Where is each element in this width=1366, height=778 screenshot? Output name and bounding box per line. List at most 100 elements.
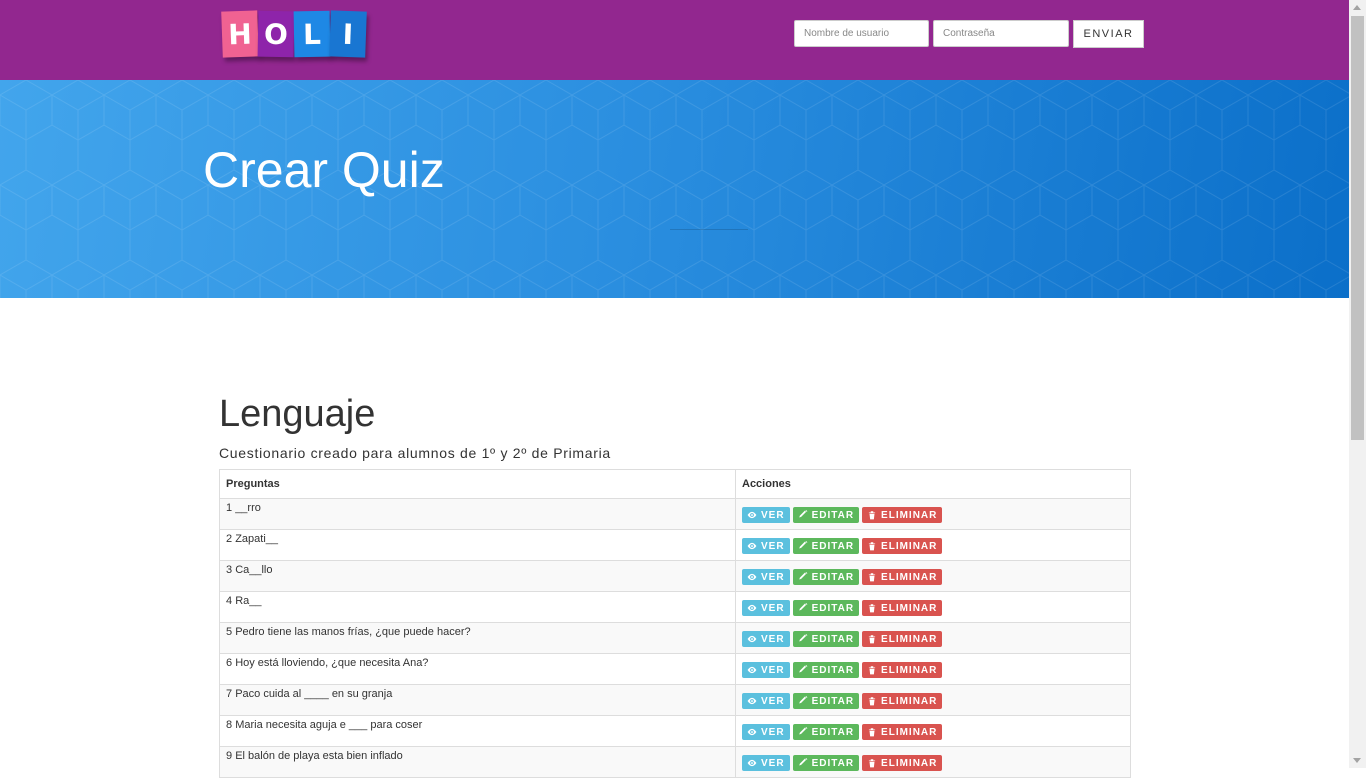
logo-letter-h: H (221, 10, 259, 58)
quiz-description: Cuestionario creado para alumnos de 1º y… (219, 445, 611, 461)
view-button[interactable]: VER (742, 755, 790, 771)
eye-icon (747, 666, 757, 674)
password-input[interactable] (933, 20, 1069, 47)
pencil-icon (798, 727, 807, 735)
table-row: 6 Hoy está lloviendo, ¿que necesita Ana?… (219, 653, 1131, 685)
question-cell: 3 Ca__llo (219, 560, 736, 592)
table-row: 3 Ca__llo VER EDITAR ELIMINAR (219, 560, 1131, 592)
delete-label: ELIMINAR (881, 726, 938, 738)
pencil-icon (798, 758, 807, 766)
table-row: 2 Zapati__ VER EDITAR ELIMINAR (219, 529, 1131, 561)
table-row: 5 Pedro tiene las manos frías, ¿que pued… (219, 622, 1131, 654)
edit-label: EDITAR (811, 726, 855, 738)
edit-button[interactable]: EDITAR (792, 662, 860, 678)
delete-label: ELIMINAR (881, 633, 938, 645)
edit-button[interactable]: EDITAR (792, 600, 860, 616)
delete-button[interactable]: ELIMINAR (862, 600, 943, 616)
question-text: 2 Zapati__ (226, 533, 278, 548)
question-text: 8 Maria necesita aguja e ___ para coser (226, 719, 423, 734)
edit-button[interactable]: EDITAR (792, 631, 860, 647)
view-label: VER (761, 726, 785, 738)
page-scrollbar[interactable] (1349, 0, 1366, 768)
table-header-row: Preguntas Acciones (219, 469, 1131, 499)
view-button[interactable]: VER (742, 724, 790, 740)
delete-button[interactable]: ELIMINAR (862, 507, 943, 523)
edit-button[interactable]: EDITAR (792, 569, 860, 585)
question-cell: 7 Paco cuida al ____ en su granja (219, 684, 736, 716)
edit-button[interactable]: EDITAR (792, 724, 860, 740)
view-button[interactable]: VER (742, 631, 790, 647)
delete-button[interactable]: ELIMINAR (862, 631, 943, 647)
delete-button[interactable]: ELIMINAR (862, 569, 943, 585)
eye-icon (747, 759, 757, 767)
delete-label: ELIMINAR (881, 602, 938, 614)
question-cell: 5 Pedro tiene las manos frías, ¿que pued… (219, 622, 736, 654)
username-input[interactable] (794, 20, 929, 47)
delete-label: ELIMINAR (881, 757, 938, 769)
edit-button[interactable]: EDITAR (792, 538, 860, 554)
question-number: 4 (226, 595, 233, 607)
page-title: Crear Quiz (203, 142, 445, 198)
question-label: El balón de playa esta bien inflado (235, 750, 403, 762)
trash-icon (868, 635, 876, 644)
logo-letter-i: I (329, 10, 367, 58)
delete-button[interactable]: ELIMINAR (862, 724, 943, 740)
table-row: 8 Maria necesita aguja e ___ para coser … (219, 715, 1131, 747)
edit-label: EDITAR (811, 571, 855, 583)
view-button[interactable]: VER (742, 693, 790, 709)
view-label: VER (761, 571, 785, 583)
question-text: 5 Pedro tiene las manos frías, ¿que pued… (226, 626, 471, 641)
pencil-icon (798, 603, 807, 611)
scroll-down-arrow-icon[interactable] (1353, 758, 1361, 763)
edit-label: EDITAR (811, 664, 855, 676)
question-label: Paco cuida al ____ en su granja (235, 688, 393, 700)
question-text: 3 Ca__llo (226, 564, 273, 579)
pencil-icon (798, 510, 807, 518)
delete-label: ELIMINAR (881, 509, 938, 521)
question-text: 9 El balón de playa esta bien inflado (226, 750, 403, 765)
view-button[interactable]: VER (742, 569, 790, 585)
title-divider (670, 229, 748, 230)
question-label: Maria necesita aguja e ___ para coser (235, 719, 423, 731)
logo-letter-l: L (293, 10, 331, 58)
pencil-icon (798, 541, 807, 549)
edit-button[interactable]: EDITAR (792, 507, 860, 523)
view-button[interactable]: VER (742, 662, 790, 678)
delete-button[interactable]: ELIMINAR (862, 662, 943, 678)
view-button[interactable]: VER (742, 538, 790, 554)
delete-button[interactable]: ELIMINAR (862, 538, 943, 554)
logo-letter-o: O (257, 10, 295, 58)
delete-button[interactable]: ELIMINAR (862, 693, 943, 709)
scrollbar-thumb[interactable] (1351, 16, 1364, 440)
scroll-up-arrow-icon[interactable] (1353, 5, 1361, 10)
eye-icon (747, 635, 757, 643)
pencil-icon (798, 696, 807, 704)
question-text: 6 Hoy está lloviendo, ¿que necesita Ana? (226, 657, 428, 672)
table-row: 4 Ra__ VER EDITAR ELIMINAR (219, 591, 1131, 623)
actions-cell: VER EDITAR ELIMINAR (735, 560, 1131, 592)
view-button[interactable]: VER (742, 507, 790, 523)
eye-icon (747, 728, 757, 736)
edit-label: EDITAR (811, 509, 855, 521)
question-label: Ra__ (235, 595, 262, 607)
table-body: 1 __rro VER EDITAR ELIMINAR 2 Zapati__ V… (219, 498, 1131, 778)
view-button[interactable]: VER (742, 600, 790, 616)
delete-button[interactable]: ELIMINAR (862, 755, 943, 771)
actions-cell: VER EDITAR ELIMINAR (735, 622, 1131, 654)
table-row: 1 __rro VER EDITAR ELIMINAR (219, 498, 1131, 530)
question-number: 7 (226, 688, 233, 700)
delete-label: ELIMINAR (881, 695, 938, 707)
login-form: ENVIAR (794, 20, 1144, 48)
submit-button[interactable]: ENVIAR (1073, 20, 1144, 48)
view-label: VER (761, 757, 785, 769)
edit-button[interactable]: EDITAR (792, 755, 860, 771)
top-navbar: H O L I ENVIAR (0, 0, 1349, 80)
delete-label: ELIMINAR (881, 571, 938, 583)
trash-icon (868, 759, 876, 768)
view-label: VER (761, 540, 785, 552)
holi-logo[interactable]: H O L I (221, 10, 374, 63)
edit-button[interactable]: EDITAR (792, 693, 860, 709)
question-number: 2 (226, 533, 233, 545)
question-cell: 4 Ra__ (219, 591, 736, 623)
hero-banner: Crear Quiz (0, 80, 1349, 298)
